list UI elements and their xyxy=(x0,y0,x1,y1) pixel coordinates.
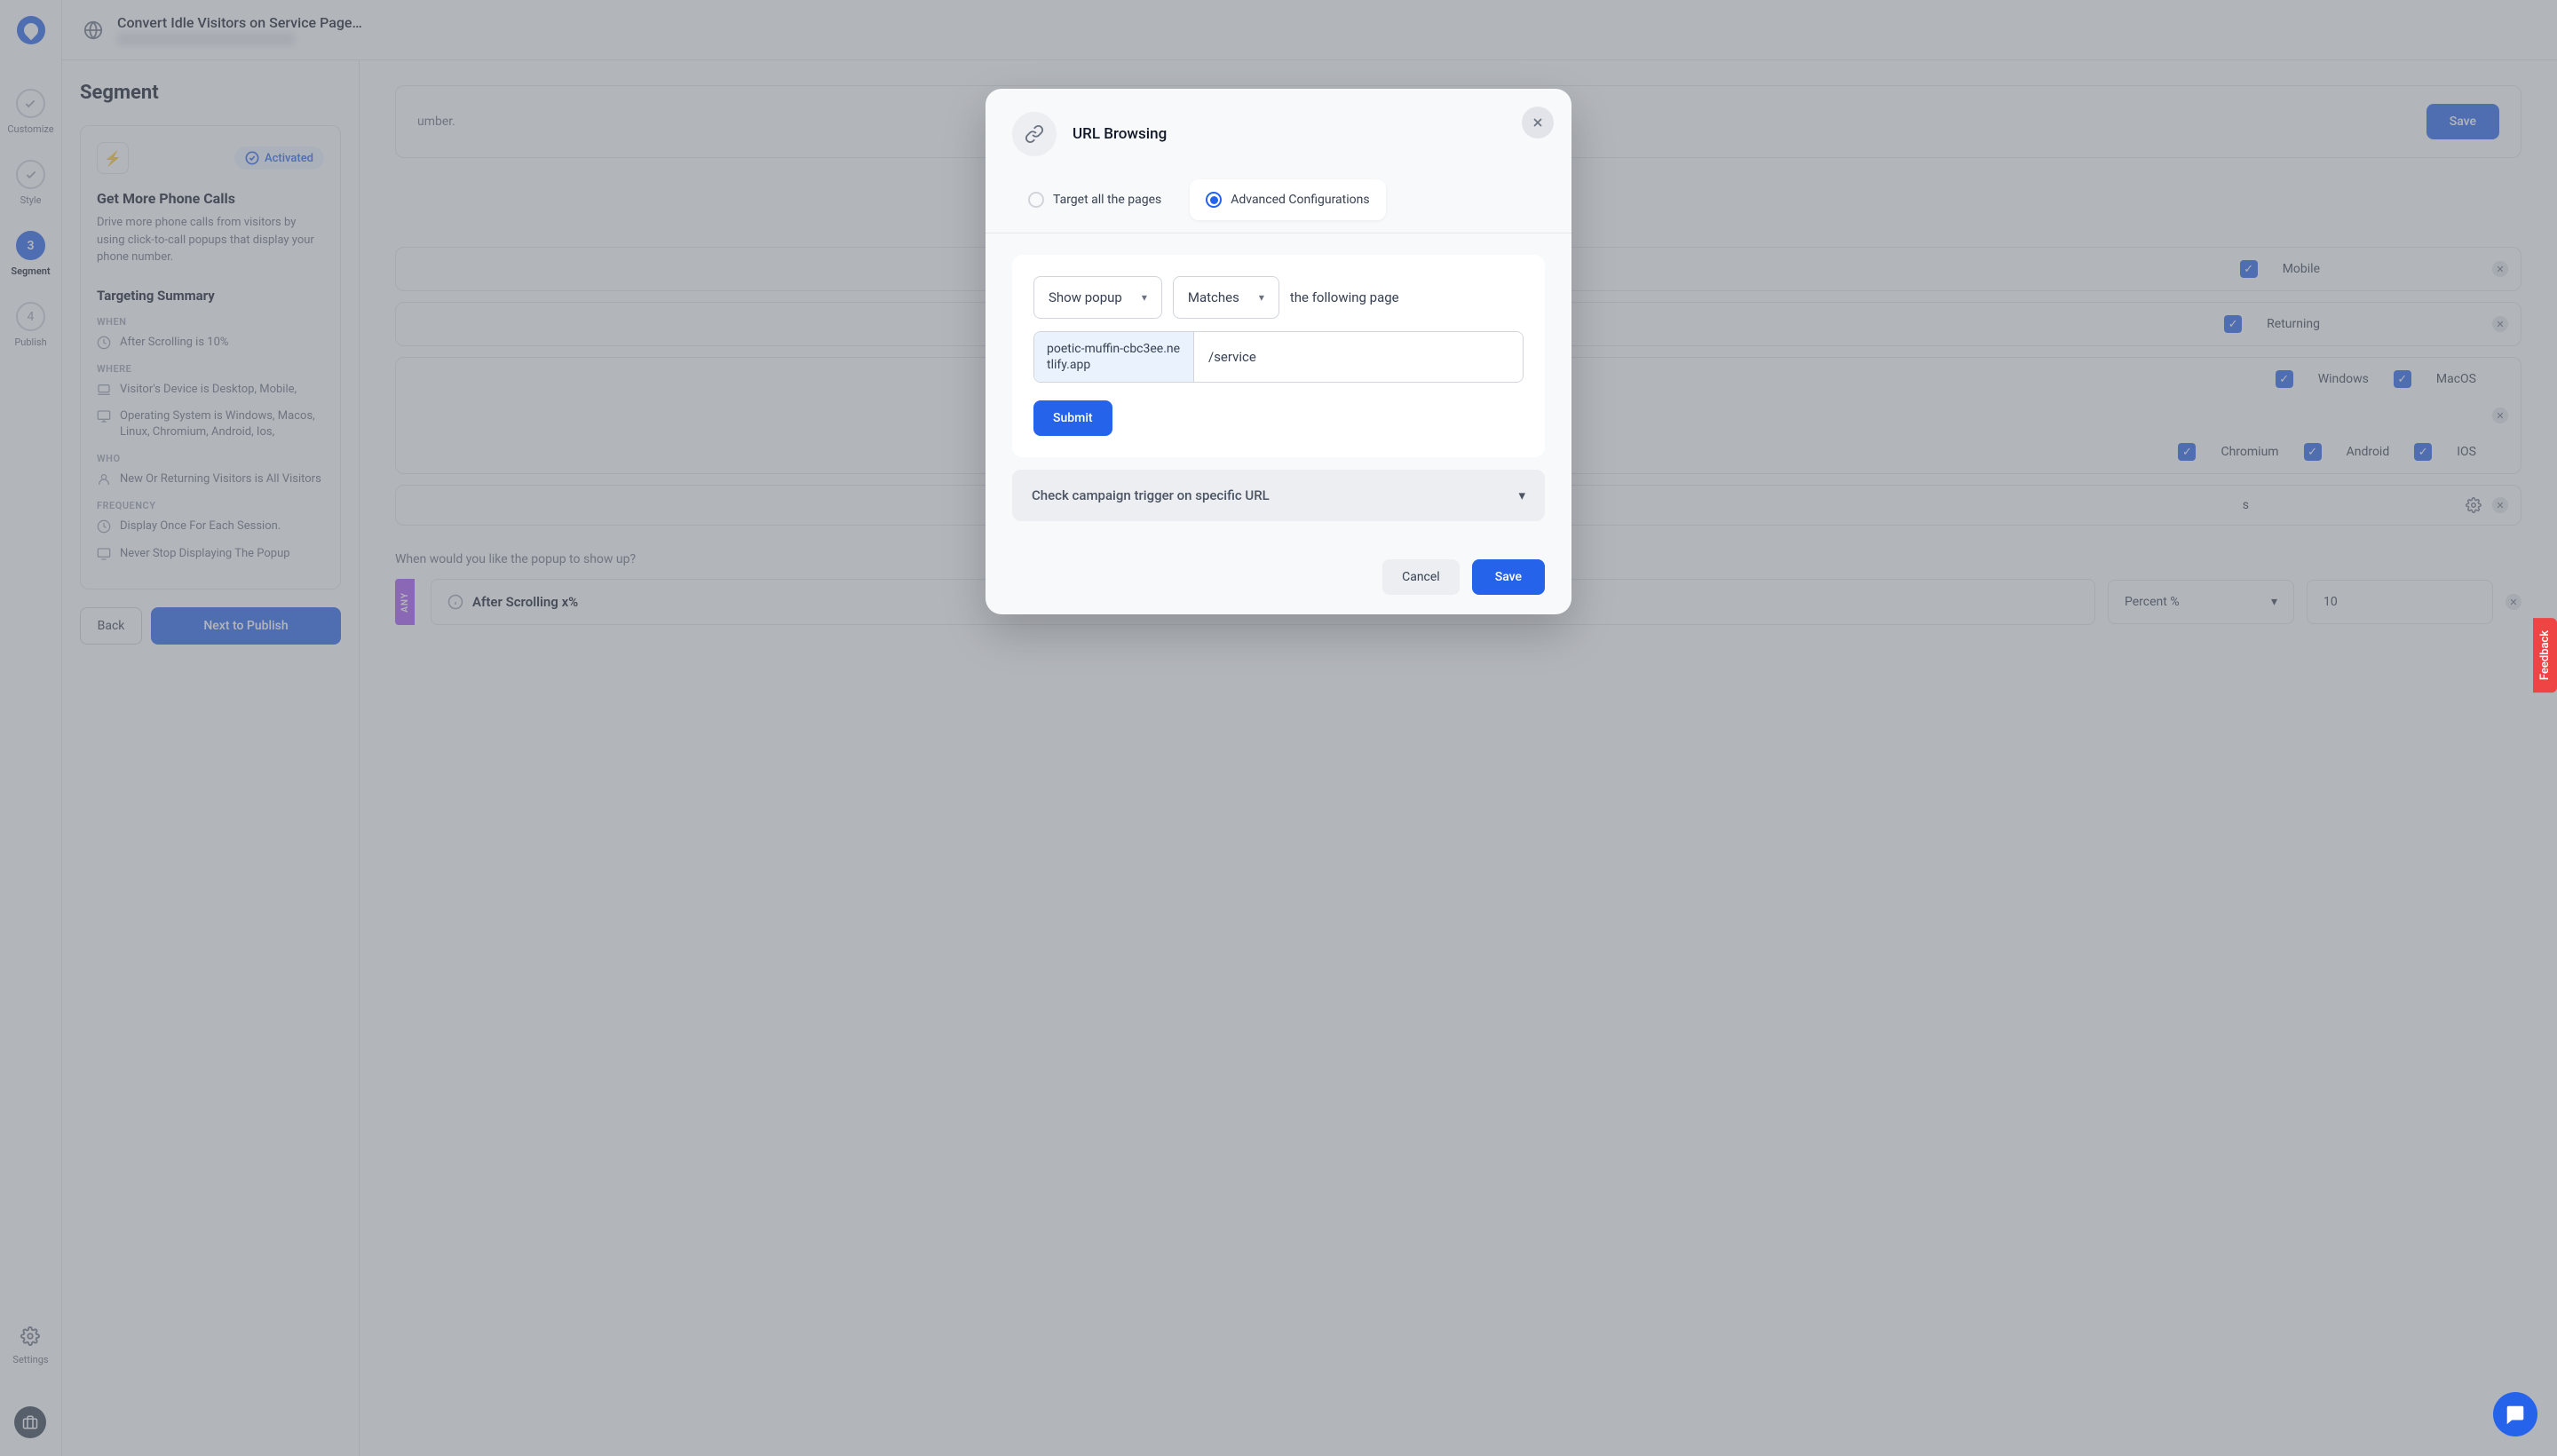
close-icon xyxy=(1531,115,1545,130)
close-button[interactable] xyxy=(1522,107,1554,138)
chevron-down-icon: ▾ xyxy=(1259,291,1264,304)
radio-on-icon xyxy=(1206,192,1222,208)
chat-icon xyxy=(2504,1403,2527,1426)
url-input-row: poetic-muffin-cbc3ee.netlify.app xyxy=(1033,331,1524,383)
feedback-tab[interactable]: Feedback xyxy=(2533,618,2557,692)
url-browsing-modal: URL Browsing Target all the pages Advanc… xyxy=(986,89,1571,614)
intercom-button[interactable] xyxy=(2493,1392,2537,1436)
modal-title: URL Browsing xyxy=(1073,125,1167,143)
tab-advanced[interactable]: Advanced Configurations xyxy=(1190,179,1385,220)
modal-overlay[interactable]: URL Browsing Target all the pages Advanc… xyxy=(0,0,2557,1456)
following-text: the following page xyxy=(1290,289,1399,305)
matches-select[interactable]: Matches ▾ xyxy=(1173,276,1279,319)
modal-save-button[interactable]: Save xyxy=(1472,559,1545,595)
chevron-down-icon: ▾ xyxy=(1518,487,1525,503)
check-trigger-row[interactable]: Check campaign trigger on specific URL ▾ xyxy=(1012,470,1545,521)
submit-button[interactable]: Submit xyxy=(1033,400,1112,436)
url-path-input[interactable] xyxy=(1194,332,1523,382)
tab-target-all[interactable]: Target all the pages xyxy=(1012,179,1177,220)
chevron-down-icon: ▾ xyxy=(1142,291,1147,304)
link-icon xyxy=(1012,112,1057,156)
cancel-button[interactable]: Cancel xyxy=(1382,559,1460,595)
config-card: Show popup ▾ Matches ▾ the following pag… xyxy=(1012,255,1545,457)
show-popup-select[interactable]: Show popup ▾ xyxy=(1033,276,1162,319)
radio-off-icon xyxy=(1028,192,1044,208)
url-domain-prefix: poetic-muffin-cbc3ee.netlify.app xyxy=(1034,332,1194,382)
